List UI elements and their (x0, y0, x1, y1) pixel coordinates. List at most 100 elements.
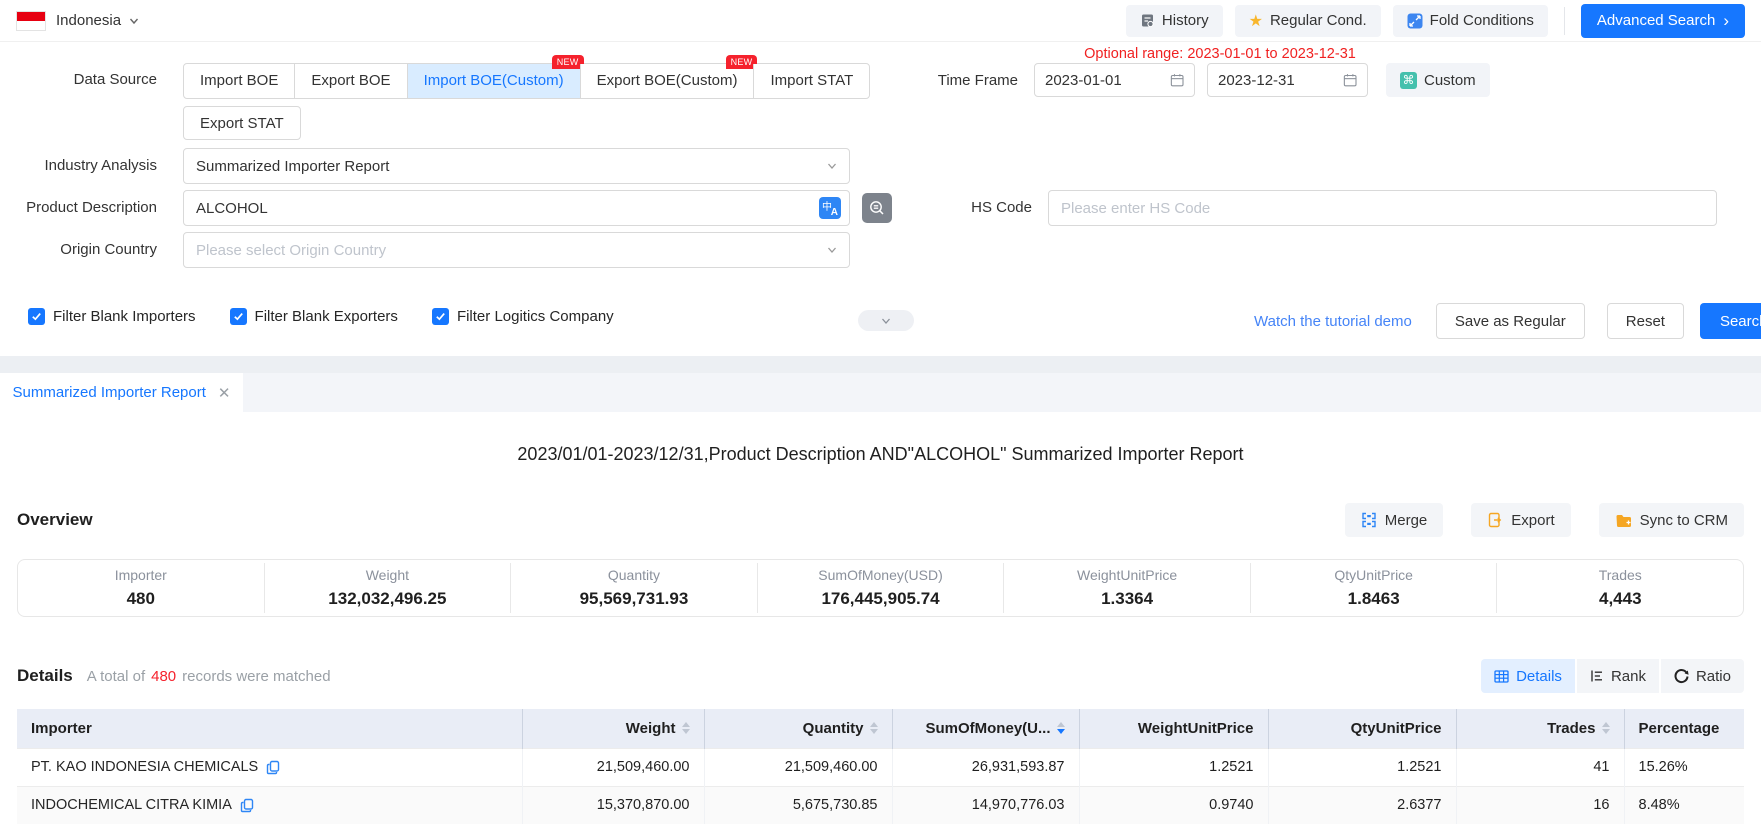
tutorial-link[interactable]: Watch the tutorial demo (1254, 313, 1412, 330)
matched-count: 480 (151, 668, 176, 685)
merge-button[interactable]: Merge (1345, 503, 1444, 537)
col-qty-unit-price-label: QtyUnitPrice (1351, 720, 1442, 737)
date-from-input[interactable] (1045, 72, 1170, 89)
stat-label: Trades (1497, 567, 1743, 583)
product-description-field[interactable]: 中A (183, 190, 850, 226)
data-source-import-stat[interactable]: Import STAT (753, 64, 869, 98)
stat-label: QtyUnitPrice (1251, 567, 1497, 583)
filter-logistics-company-checkbox[interactable]: Filter Logitics Company (432, 308, 614, 325)
advanced-search-label: Advanced Search (1597, 12, 1715, 29)
col-weight-unit-price[interactable]: WeightUnitPrice (1079, 709, 1268, 748)
col-importer[interactable]: Importer (17, 709, 522, 748)
cell-weight-unit-price: 0.9740 (1079, 786, 1268, 824)
tab-summarized-importer-report[interactable]: Summarized Importer Report ✕ (0, 373, 243, 412)
matched-summary: A total of 480 records were matched (87, 668, 331, 685)
table-icon (1494, 669, 1509, 684)
stat-value: 1.3364 (1004, 589, 1250, 609)
importer-name[interactable]: INDOCHEMICAL CITRA KIMIA (31, 797, 232, 813)
copy-icon[interactable] (266, 760, 280, 775)
fold-icon (1407, 13, 1423, 29)
date-to-input[interactable] (1218, 72, 1343, 89)
matched-prefix: A total of (87, 668, 145, 685)
view-ratio-button[interactable]: Ratio (1661, 659, 1744, 693)
stat-label: WeightUnitPrice (1004, 567, 1250, 583)
time-frame-row: Time Frame ⌘ Custom (868, 63, 1490, 97)
history-icon (1140, 13, 1155, 28)
fold-conditions-button[interactable]: Fold Conditions (1393, 5, 1548, 37)
col-sum-of-money-label: SumOfMoney(U... (925, 720, 1050, 737)
col-percentage[interactable]: Percentage (1624, 709, 1744, 748)
filter-blank-importers-label: Filter Blank Importers (53, 308, 196, 325)
calendar-icon (1343, 72, 1357, 88)
data-source-export-stat[interactable]: Export STAT (183, 106, 301, 140)
history-button[interactable]: History (1126, 5, 1223, 37)
view-details-button[interactable]: Details (1481, 659, 1575, 693)
details-title: Details (17, 666, 73, 686)
sort-icon[interactable] (870, 722, 878, 734)
data-source-label: Data Source (0, 63, 170, 97)
data-source-import-boe[interactable]: Import BOE (184, 64, 294, 98)
col-weight[interactable]: Weight (522, 709, 704, 748)
export-button[interactable]: Export (1471, 503, 1570, 537)
calendar-icon (1170, 72, 1184, 88)
filter-blank-exporters-label: Filter Blank Exporters (255, 308, 398, 325)
checkbox-checked-icon (230, 308, 247, 325)
table-row: PT. KAO INDONESIA CHEMICALS 21,509,460.0… (17, 748, 1744, 786)
origin-country-label: Origin Country (0, 233, 170, 267)
save-as-regular-button[interactable]: Save as Regular (1436, 303, 1585, 339)
divider (1564, 7, 1565, 35)
sort-icon[interactable] (1602, 722, 1610, 734)
filter-blank-importers-checkbox[interactable]: Filter Blank Importers (28, 308, 196, 325)
copy-icon[interactable] (240, 798, 254, 813)
origin-country-select[interactable]: Please select Origin Country (183, 232, 850, 268)
date-to-field[interactable] (1207, 63, 1368, 97)
cell-sum-of-money: 26,931,593.87 (892, 748, 1079, 786)
regular-cond-button[interactable]: ★ Regular Cond. (1235, 5, 1381, 37)
fold-conditions-label: Fold Conditions (1430, 12, 1534, 29)
sort-icon-active-desc[interactable] (1057, 722, 1065, 734)
cell-weight-unit-price: 1.2521 (1079, 748, 1268, 786)
custom-range-button[interactable]: ⌘ Custom (1386, 63, 1490, 97)
export-label: Export (1511, 512, 1554, 529)
close-icon[interactable]: ✕ (218, 384, 231, 402)
chevron-down-icon[interactable] (129, 16, 139, 26)
overview-title: Overview (17, 510, 93, 530)
search-button[interactable]: Search (1700, 303, 1761, 339)
hs-code-field[interactable] (1048, 190, 1717, 226)
custom-label: Custom (1424, 72, 1476, 89)
col-quantity[interactable]: Quantity (704, 709, 892, 748)
command-icon: ⌘ (1400, 72, 1417, 89)
data-source-export-boe[interactable]: Export BOE (294, 64, 406, 98)
col-trades[interactable]: Trades (1456, 709, 1624, 748)
country-selector-label[interactable]: Indonesia (56, 12, 121, 29)
col-percentage-label: Percentage (1639, 720, 1720, 737)
cell-quantity: 21,509,460.00 (704, 748, 892, 786)
data-source-export-boe-custom[interactable]: Export BOE(Custom) NEW (580, 64, 754, 98)
col-sum-of-money[interactable]: SumOfMoney(U... (892, 709, 1079, 748)
tab-bar: Summarized Importer Report ✕ (0, 373, 1761, 412)
matched-suffix: records were matched (182, 668, 330, 685)
industry-analysis-select[interactable]: Summarized Importer Report (183, 148, 850, 184)
origin-country-placeholder: Please select Origin Country (196, 242, 386, 259)
details-header: Details A total of 480 records were matche… (0, 659, 1761, 693)
product-description-input[interactable] (196, 200, 819, 217)
reset-button[interactable]: Reset (1607, 303, 1684, 339)
rank-icon (1590, 669, 1604, 683)
collapse-form-button[interactable] (858, 310, 914, 331)
date-from-field[interactable] (1034, 63, 1195, 97)
col-qty-unit-price[interactable]: QtyUnitPrice (1268, 709, 1456, 748)
view-rank-button[interactable]: Rank (1577, 659, 1659, 693)
filter-blank-exporters-checkbox[interactable]: Filter Blank Exporters (230, 308, 398, 325)
advanced-search-button[interactable]: Advanced Search › (1581, 4, 1745, 38)
overview-stats-card: Importer480 Weight132,032,496.25 Quantit… (17, 559, 1744, 617)
view-ratio-label: Ratio (1696, 668, 1731, 685)
cell-qty-unit-price: 1.2521 (1268, 748, 1456, 786)
importer-name[interactable]: PT. KAO INDONESIA CHEMICALS (31, 759, 258, 775)
translate-icon[interactable]: 中A (819, 197, 841, 219)
sort-icon[interactable] (682, 722, 690, 734)
col-quantity-label: Quantity (803, 720, 864, 737)
sync-to-crm-button[interactable]: Sync to CRM (1599, 503, 1744, 537)
data-source-import-boe-custom[interactable]: Import BOE(Custom) NEW (407, 64, 580, 98)
hs-code-input[interactable] (1061, 200, 1704, 217)
stat-value: 132,032,496.25 (265, 589, 511, 609)
